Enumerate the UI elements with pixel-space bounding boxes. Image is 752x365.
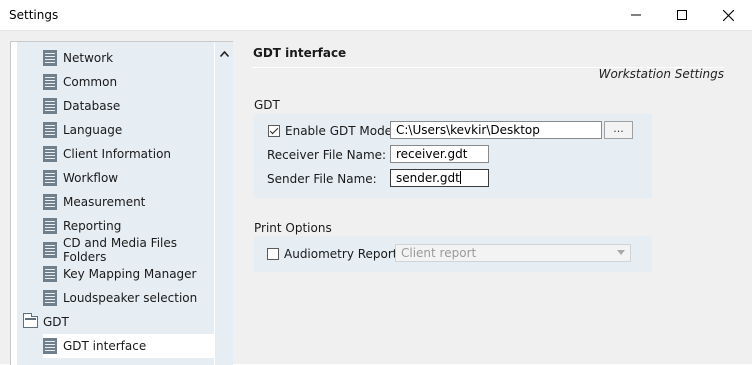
tree-item-label: Key Mapping Manager [63, 267, 197, 281]
document-icon [43, 170, 57, 186]
document-icon [43, 50, 57, 66]
title-bar: Settings [0, 0, 752, 30]
tree-item-cd-media-folders[interactable]: CD and Media Files Folders [43, 236, 214, 264]
minimize-button[interactable] [613, 0, 659, 30]
close-icon [722, 9, 734, 21]
document-icon [43, 98, 57, 114]
tree-item-workflow[interactable]: Workflow [43, 166, 214, 190]
tree-list: Network Common Database Language Client … [17, 42, 214, 365]
tree-item-label: Measurement [63, 195, 146, 209]
maximize-button[interactable] [659, 0, 705, 30]
document-icon [43, 194, 57, 210]
minimize-icon [631, 14, 641, 16]
audiometry-label: Audiometry Report [284, 246, 398, 261]
window-title: Settings [9, 8, 59, 22]
audiometry-row[interactable]: Audiometry Report [267, 245, 398, 262]
enable-gdt-row[interactable]: Enable GDT Mode [268, 122, 392, 139]
scroll-up-button[interactable] [215, 46, 233, 62]
text-cursor [459, 171, 461, 184]
document-icon [43, 218, 57, 234]
enable-gdt-checkbox[interactable] [268, 124, 280, 137]
maximize-icon [677, 10, 687, 20]
tree-item-gdt-interface[interactable]: GDT interface [43, 334, 214, 358]
receiver-row: Receiver File Name: [267, 146, 386, 163]
sender-file-input[interactable]: sender.gdt [390, 169, 489, 187]
settings-tree: Network Common Database Language Client … [10, 41, 233, 365]
tree-group-gdt[interactable]: GDT [23, 310, 214, 334]
document-icon [43, 338, 57, 354]
sender-row: Sender File Name: [267, 170, 377, 187]
report-type-value: Client report [401, 246, 477, 260]
tree-item-label: Client Information [63, 147, 172, 161]
browse-folder-button[interactable]: ... [604, 121, 633, 139]
tree-item-label: Database [63, 99, 121, 113]
document-icon [43, 74, 57, 90]
tree-item-label: CD and Media Files Folders [63, 236, 178, 264]
tree-item-label: Loudspeaker selection [63, 291, 198, 305]
document-icon [43, 146, 57, 162]
chevron-down-icon [617, 250, 625, 255]
tree-item-language[interactable]: Language [43, 118, 214, 142]
receiver-file-input[interactable]: receiver.gdt [390, 145, 489, 163]
tree-item-loudspeaker-selection[interactable]: Loudspeaker selection [43, 286, 214, 310]
sender-file-label: Sender File Name: [267, 171, 377, 186]
document-icon [43, 266, 57, 282]
tree-item-label: GDT interface [63, 339, 147, 353]
document-icon [43, 122, 57, 138]
chevron-up-icon [219, 51, 229, 57]
tree-item-network[interactable]: Network [43, 46, 214, 70]
tree-item-client-information[interactable]: Client Information [43, 142, 214, 166]
report-type-select: Client report [395, 244, 631, 262]
print-options-label: Print Options [254, 221, 332, 235]
tree-group-label: GDT [43, 315, 69, 329]
audiometry-checkbox[interactable] [267, 247, 279, 260]
document-icon [43, 242, 57, 258]
tree-item-label: Common [63, 75, 118, 89]
document-icon [43, 290, 57, 306]
receiver-file-label: Receiver File Name: [267, 147, 387, 162]
close-button[interactable] [705, 0, 751, 30]
page-subtitle: Workstation Settings [598, 67, 724, 81]
enable-gdt-label: Enable GDT Mode [285, 123, 393, 138]
tree-scrollbar[interactable] [215, 42, 233, 365]
tree-item-reporting[interactable]: Reporting [43, 214, 214, 238]
tree-item-label: Language [63, 123, 123, 137]
page-title: GDT interface [253, 46, 347, 60]
tree-item-label: Reporting [63, 219, 122, 233]
tree-item-database[interactable]: Database [43, 94, 214, 118]
gdt-folder-input[interactable]: C:\Users\kevkir\Desktop [390, 121, 602, 139]
tree-item-label: Workflow [63, 171, 119, 185]
tree-item-key-mapping-manager[interactable]: Key Mapping Manager [43, 262, 214, 286]
gdt-group-label: GDT [254, 98, 280, 112]
tree-item-measurement[interactable]: Measurement [43, 190, 214, 214]
tree-item-common[interactable]: Common [43, 70, 214, 94]
sender-file-value: sender.gdt [396, 171, 460, 185]
folder-icon [23, 313, 38, 328]
tree-item-label: Network [63, 51, 114, 65]
